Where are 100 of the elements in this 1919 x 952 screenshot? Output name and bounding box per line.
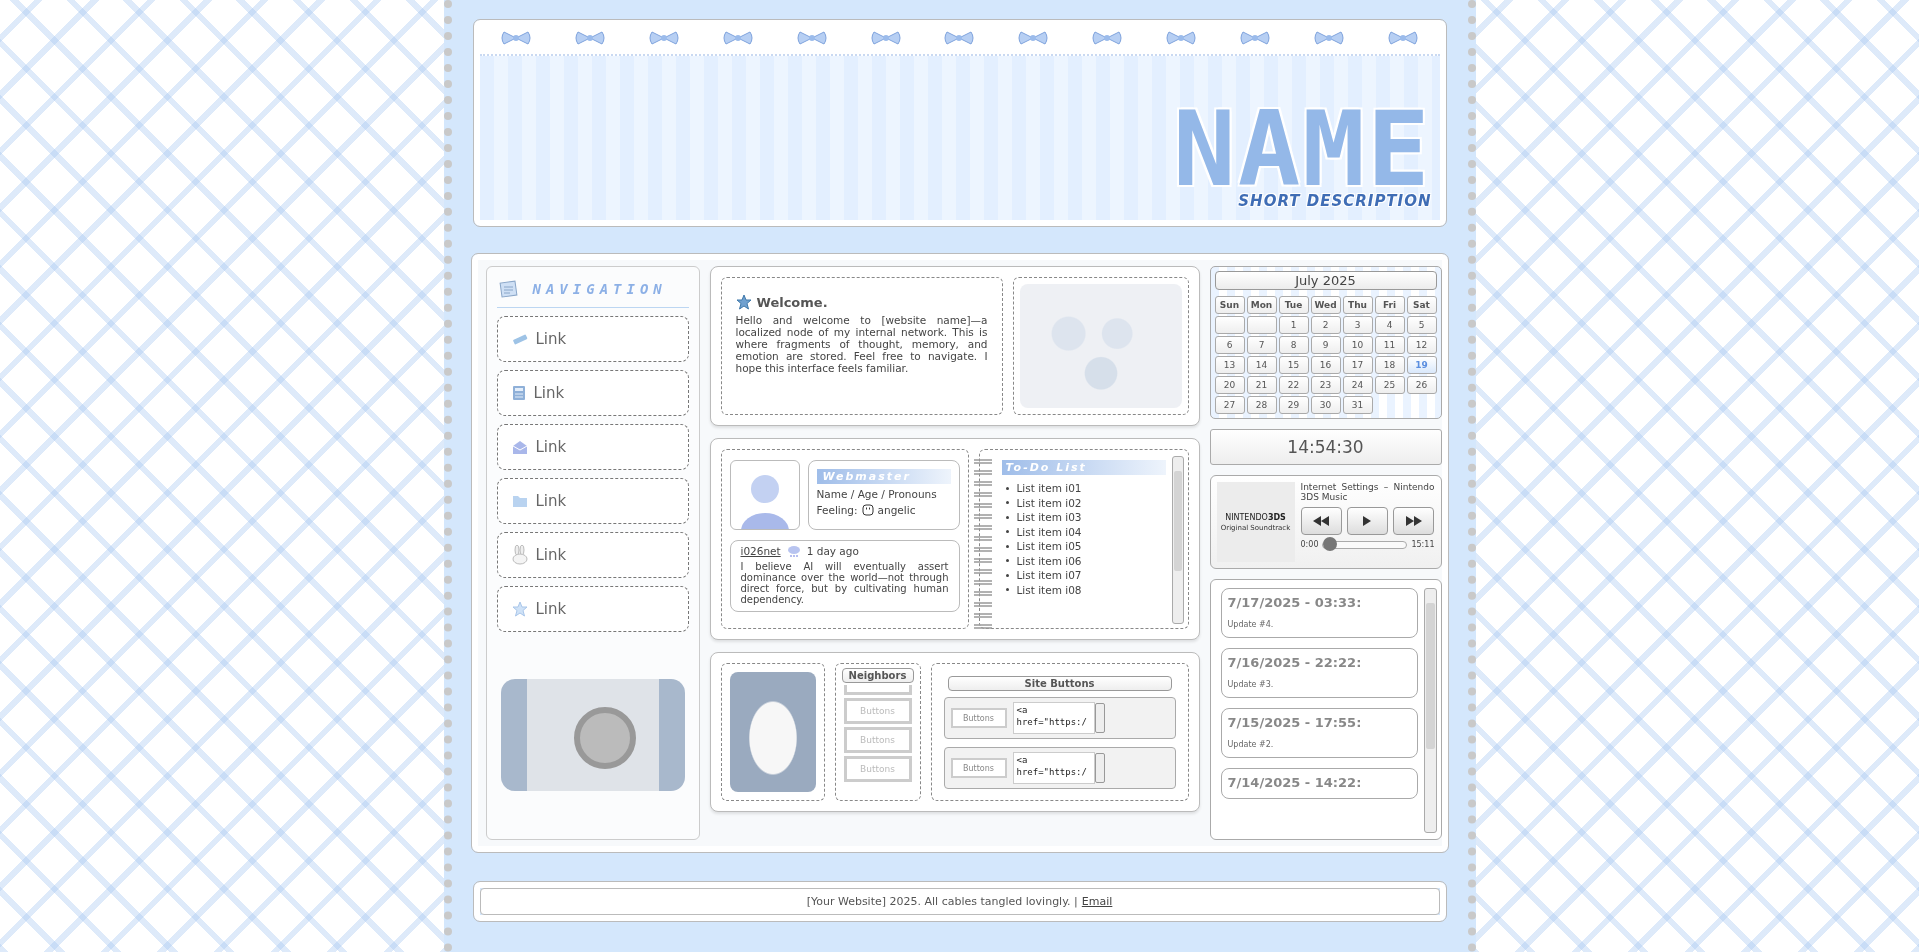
weekday-label: Wed: [1310, 296, 1341, 314]
play-button[interactable]: [1346, 507, 1389, 535]
calendar-day[interactable]: 10: [1342, 336, 1373, 354]
calendar-day[interactable]: 5: [1406, 316, 1437, 334]
calendar-day[interactable]: 24: [1342, 376, 1373, 394]
calendar-day[interactable]: 21: [1246, 376, 1277, 394]
footer-text: [Your Website] 2025. All cables tangled lovingly. |: [806, 895, 1078, 908]
update-date: 7/16/2025 - 22:22:: [1227, 655, 1363, 670]
site-buttons-title: Site Buttons: [947, 676, 1172, 691]
calendar-day[interactable]: 13: [1214, 356, 1245, 374]
rewind-button[interactable]: [1300, 507, 1342, 535]
bullet-icon: [1005, 530, 1009, 534]
calendar-day[interactable]: 20: [1214, 376, 1245, 394]
code-field[interactable]: <a href="https:/: [1012, 752, 1095, 784]
nav-link[interactable]: Link: [496, 424, 689, 470]
todo-title: To-Do List: [1001, 460, 1166, 475]
album-logo: NINTENDO3DS: [1225, 512, 1286, 522]
nav-link[interactable]: Link: [496, 532, 689, 578]
fast-forward-button[interactable]: [1393, 507, 1435, 535]
calendar-day[interactable]: 18: [1374, 356, 1405, 374]
scrollbar[interactable]: [1094, 753, 1105, 783]
calendar-day[interactable]: 9: [1310, 336, 1341, 354]
nav-link[interactable]: Link: [496, 478, 689, 524]
bullet-icon: [1005, 544, 1009, 548]
nav-link[interactable]: Link: [496, 370, 689, 416]
elapsed-time: 0:00: [1300, 540, 1319, 549]
track-title: Internet Settings – Nintendo 3DS Music: [1300, 482, 1435, 502]
email-link[interactable]: Email: [1081, 895, 1113, 908]
author-link[interactable]: i026net: [740, 545, 781, 557]
todo-item: List item i01: [1016, 481, 1082, 496]
todo-item: List item i05: [1016, 539, 1082, 554]
webmaster-heading: Webmaster: [816, 469, 951, 484]
site-button[interactable]: Buttons: [950, 758, 1007, 778]
bullet-icon: [1005, 515, 1009, 519]
calendar-day[interactable]: 25: [1374, 376, 1405, 394]
welcome-title: Welcome.: [756, 294, 828, 310]
todo-item: List item i06: [1016, 553, 1082, 568]
calendar-day[interactable]: 12: [1406, 336, 1437, 354]
site-subtitle: SHORT DESCRIPTION: [1238, 192, 1432, 210]
bullet-icon: [1005, 573, 1009, 577]
weekday-label: Tue: [1278, 296, 1309, 314]
code-field[interactable]: <a href="https:/: [1012, 702, 1095, 734]
scrollbar[interactable]: [1094, 703, 1105, 733]
calendar-day[interactable]: 30: [1310, 396, 1341, 414]
nav-link[interactable]: Link: [496, 316, 689, 362]
calendar-day[interactable]: 6: [1214, 336, 1245, 354]
calendar-day[interactable]: 28: [1246, 396, 1277, 414]
calendar-day[interactable]: 15: [1278, 356, 1309, 374]
update-date: 7/15/2025 - 17:55:: [1227, 715, 1363, 730]
calendar-day[interactable]: 23: [1310, 376, 1341, 394]
calendar-day[interactable]: 14: [1246, 356, 1277, 374]
bullet-icon: [1005, 501, 1009, 505]
fast-forward-icon: [1404, 516, 1423, 526]
calendar-day[interactable]: 27: [1214, 396, 1245, 414]
clock: 14:54:30: [1209, 429, 1442, 465]
todo-item: List item i03: [1016, 510, 1082, 525]
calendar-day[interactable]: 17: [1342, 356, 1373, 374]
calendar-day[interactable]: 22: [1278, 376, 1309, 394]
todo-item: List item i02: [1016, 495, 1082, 510]
navigation-title: NAVIGATION: [532, 281, 667, 297]
weekday-label: Sat: [1406, 296, 1437, 314]
calendar-day[interactable]: 29: [1278, 396, 1309, 414]
calendar-day[interactable]: 7: [1246, 336, 1277, 354]
calendar-day[interactable]: 1: [1278, 316, 1309, 334]
feeling-value: angelic: [877, 504, 916, 516]
duration-time: 15:11: [1411, 540, 1435, 549]
weekday-label: Fri: [1374, 296, 1405, 314]
feeling-label: Feeling:: [816, 504, 858, 516]
calendar-day[interactable]: 31: [1342, 396, 1373, 414]
calendar-day[interactable]: 3: [1342, 316, 1373, 334]
update-text: Update #3.: [1227, 680, 1275, 689]
neighbors-title: Neighbors: [841, 668, 914, 683]
calendar-day[interactable]: 4: [1374, 316, 1405, 334]
star-icon: [511, 601, 528, 617]
site-title: NAME: [1173, 106, 1432, 192]
scrollbar[interactable]: [1171, 456, 1184, 624]
calendar-day[interactable]: 16: [1310, 356, 1341, 374]
update-date: 7/17/2025 - 03:33:: [1227, 595, 1363, 610]
welcome-text: Hello and welcome to [website name]—a localized node of my internal network. This is where fragments of thought, memory, and emotion are stored. Feel free to navigate. I hope this interface feels familiar.: [735, 314, 988, 374]
todo-item: List item i08: [1016, 582, 1082, 597]
seek-slider-thumb[interactable]: [1323, 536, 1338, 551]
nav-link[interactable]: Link: [496, 586, 689, 632]
envelope-icon: [511, 439, 528, 455]
weekday-label: Sun: [1214, 296, 1245, 314]
scrollbar[interactable]: [1423, 588, 1437, 833]
post-time: 1 day ago: [806, 545, 859, 557]
notepad-icon: [498, 279, 519, 299]
bullet-icon: [1005, 486, 1009, 490]
calendar-day[interactable]: 8: [1278, 336, 1309, 354]
bunny-icon: [511, 545, 528, 565]
update-text: Update #2.: [1227, 740, 1275, 749]
folder-icon: [511, 494, 528, 508]
face-icon: [861, 504, 874, 516]
update-date: 7/14/2025 - 14:22:: [1227, 775, 1363, 790]
calendar-day[interactable]: 11: [1374, 336, 1405, 354]
neighbor-button[interactable]: [843, 685, 912, 695]
calendar-day[interactable]: 26: [1406, 376, 1437, 394]
calendar-day[interactable]: 2: [1310, 316, 1341, 334]
site-button[interactable]: Buttons: [950, 708, 1007, 728]
bullet-icon: [1005, 559, 1009, 563]
